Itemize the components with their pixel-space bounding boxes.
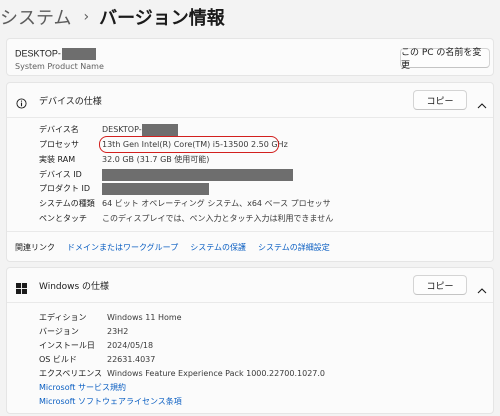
- windows-logo-icon: [16, 279, 27, 298]
- microsoft-software-license-link[interactable]: Microsoft ソフトウェアライセンス条項: [39, 396, 182, 407]
- device-spec-header[interactable]: デバイスの仕様 コピー: [7, 83, 493, 117]
- spec-key: インストール日: [39, 341, 95, 350]
- page-title: バージョン情報: [99, 8, 225, 29]
- redaction-box: [61, 48, 96, 60]
- spec-row-device-name: デバイス名 DESKTOP-: [39, 123, 178, 136]
- spec-key: 実装 RAM: [39, 155, 76, 164]
- spec-key: プロセッサ: [39, 140, 79, 149]
- spec-value: 23H2: [107, 327, 129, 336]
- device-name-card: DESKTOP- System Product Name この PC の名前を変…: [6, 38, 494, 76]
- spec-row-system-type: システムの種類 64 ビット オペレーティング システム、x64 ベース プロセ…: [39, 197, 331, 210]
- chevron-up-icon[interactable]: [477, 95, 487, 114]
- spec-key: OS ビルド: [39, 355, 77, 364]
- chevron-up-icon[interactable]: [477, 280, 487, 299]
- redaction-box: [102, 182, 209, 195]
- spec-value: [102, 182, 209, 195]
- advanced-system-settings-link[interactable]: システムの詳細設定: [258, 242, 330, 253]
- device-spec-body: デバイス名 DESKTOP- プロセッサ 13th Gen Intel(R) C…: [7, 117, 493, 231]
- windows-spec-title: Windows の仕様: [39, 282, 110, 292]
- spec-key: ペンとタッチ: [39, 214, 87, 223]
- system-product-name: System Product Name: [15, 62, 104, 71]
- device-spec-title: デバイスの仕様: [39, 97, 102, 107]
- windows-spec-body: エディション Windows 11 Home バージョン 23H2 インストール…: [7, 302, 493, 413]
- spec-value: 2024/05/18: [107, 341, 154, 350]
- redaction-box: [141, 123, 178, 136]
- spec-value: 32.0 GB (31.7 GB 使用可能): [102, 155, 210, 164]
- breadcrumb-separator: ›: [83, 9, 90, 25]
- spec-row-ram: 実装 RAM 32.0 GB (31.7 GB 使用可能): [39, 153, 209, 166]
- win-row-version: バージョン 23H2: [39, 325, 128, 338]
- spec-key: エクスペリエンス: [39, 369, 103, 378]
- spec-row-device-id: デバイス ID: [39, 168, 293, 181]
- processor-highlight-annotation: [99, 136, 279, 153]
- win-row-os-build: OS ビルド 22631.4037: [39, 353, 155, 366]
- spec-value: Windows 11 Home: [107, 313, 182, 322]
- related-links-label: 関連リンク: [15, 242, 55, 252]
- spec-value: 64 ビット オペレーティング システム、x64 ベース プロセッサ: [102, 199, 331, 208]
- windows-spec-card: Windows の仕様 コピー エディション Windows 11 Home バ…: [6, 267, 494, 414]
- spec-key: プロダクト ID: [39, 184, 91, 193]
- device-spec-card: デバイスの仕様 コピー デバイス名 DESKTOP- プロセッサ 13th Ge…: [6, 82, 494, 262]
- device-name-value: DESKTOP-: [102, 125, 142, 134]
- win-row-edition: エディション Windows 11 Home: [39, 311, 182, 324]
- related-links: 関連リンク ドメインまたはワークグループ システムの保護 システムの詳細設定: [7, 231, 493, 262]
- rename-pc-button[interactable]: この PC の名前を変更: [400, 48, 490, 71]
- spec-value: DESKTOP-: [102, 123, 178, 136]
- redaction-box: [102, 168, 293, 181]
- win-row-experience: エクスペリエンス Windows Feature Experience Pack…: [39, 367, 325, 380]
- spec-key: デバイス名: [39, 125, 79, 134]
- copy-windows-spec-button[interactable]: コピー: [413, 275, 467, 295]
- spec-key: デバイス ID: [39, 170, 82, 179]
- breadcrumb: システム › バージョン情報: [0, 2, 225, 32]
- spec-value: 22631.4037: [107, 355, 156, 364]
- device-name-prefix: DESKTOP-: [15, 48, 61, 59]
- info-icon: [16, 94, 27, 113]
- spec-row-pen-touch: ペンとタッチ このディスプレイでは、ペン入力とタッチ入力は利用できません: [39, 212, 333, 225]
- spec-key: バージョン: [39, 327, 79, 336]
- device-name: DESKTOP-: [15, 48, 96, 60]
- breadcrumb-system[interactable]: システム: [0, 4, 71, 30]
- system-protection-link[interactable]: システムの保護: [190, 242, 246, 253]
- spec-value: このディスプレイでは、ペン入力とタッチ入力は利用できません: [102, 214, 334, 223]
- spec-key: エディション: [39, 313, 87, 322]
- spec-key: システムの種類: [39, 199, 95, 208]
- copy-device-spec-button[interactable]: コピー: [413, 90, 467, 110]
- domain-workgroup-link[interactable]: ドメインまたはワークグループ: [67, 242, 178, 253]
- windows-spec-header[interactable]: Windows の仕様 コピー: [7, 268, 493, 302]
- spec-row-product-id: プロダクト ID: [39, 182, 209, 195]
- spec-value: [102, 168, 293, 181]
- spec-value: Windows Feature Experience Pack 1000.227…: [107, 369, 326, 378]
- microsoft-services-agreement-link[interactable]: Microsoft サービス規約: [39, 382, 126, 393]
- win-row-install-date: インストール日 2024/05/18: [39, 339, 153, 352]
